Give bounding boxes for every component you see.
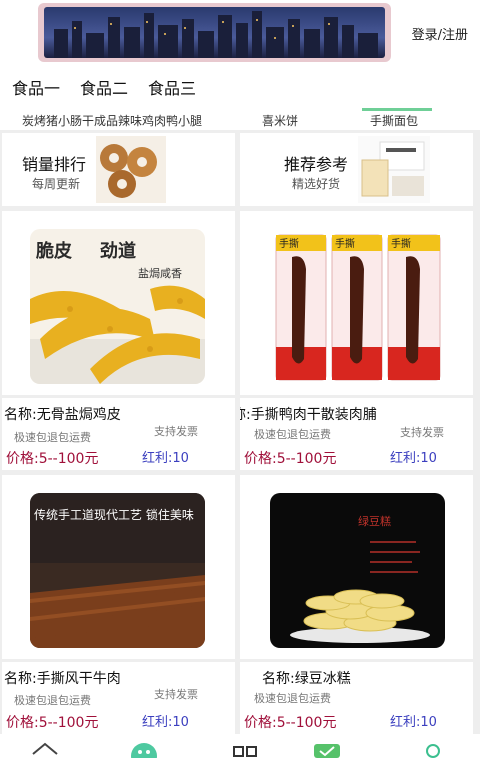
promo-sales-ranking[interactable]: 销量排行 每周更新	[2, 133, 235, 206]
product-name: 名称:手撕鸭肉干散装肉脯	[240, 407, 377, 423]
duck-jerky-image: 手撕 手撕 手撕	[270, 229, 445, 384]
mung-bean-cake-image: 绿豆糕	[270, 493, 445, 648]
product-card-image[interactable]: 脆皮 劲道 盐焗咸香	[2, 211, 235, 395]
salted-chicken-skin-image: 脆皮 劲道 盐焗咸香	[30, 229, 205, 384]
grid-icon[interactable]	[232, 744, 258, 758]
product-price: 价格:5--100元	[244, 451, 337, 467]
image-caption: 脆皮	[35, 240, 72, 262]
product-card-info[interactable]: 名称:手撕鸭肉干散装肉脯 极速包退包运费 支持发票 价格:5--100元 红利:…	[240, 398, 473, 470]
product-bonus: 红利:10	[142, 451, 189, 466]
product-name: 名称:无骨盐焗鸡皮	[4, 407, 121, 423]
product-card-image[interactable]: 手撕 手撕 手撕	[240, 211, 473, 395]
product-name: 名称:手撕风干牛肉	[4, 671, 121, 687]
product-shipping: 极速包退包运费	[14, 694, 91, 707]
user-icon[interactable]	[420, 742, 446, 758]
tab-food-1[interactable]: 食品一	[12, 75, 60, 99]
product-card-info[interactable]: 名称:绿豆冰糕 极速包退包运费 价格:5--100元 红利:10	[240, 662, 473, 734]
tab-food-3[interactable]: 食品三	[148, 75, 196, 99]
product-shipping: 极速包退包运费	[254, 428, 331, 441]
tab-food-2[interactable]: 食品二	[80, 75, 128, 99]
ticker-item[interactable]: 喜米饼	[262, 112, 298, 129]
home-icon[interactable]	[30, 740, 60, 758]
air-dried-beef-image: 传统手工道现代工艺 锁住美味	[30, 493, 205, 648]
promo-title: 销量排行	[22, 155, 87, 174]
product-bonus: 红利:10	[142, 715, 189, 730]
image-caption: 手撕	[335, 237, 355, 250]
image-caption: 劲道	[100, 240, 136, 262]
product-price: 价格:5--100元	[6, 715, 99, 731]
login-register-link[interactable]: 登录/注册	[412, 24, 468, 43]
cart-icon[interactable]	[312, 742, 342, 758]
city-banner[interactable]	[38, 3, 391, 62]
snack-box-image	[358, 136, 430, 203]
category-tabs: 食品一 食品二 食品三	[0, 68, 480, 106]
image-caption: 盐焗咸香	[138, 266, 182, 280]
product-card-image[interactable]: 绿豆糕	[240, 475, 473, 659]
product-bonus: 红利:10	[390, 715, 437, 730]
image-caption: 传统手工道现代工艺 锁住美味	[34, 507, 194, 522]
product-shipping: 极速包退包运费	[254, 692, 331, 705]
promo-subtitle: 每周更新	[32, 177, 81, 191]
promo-recommend[interactable]: 推荐参考 精选好货	[240, 133, 473, 206]
donut-image	[96, 136, 166, 203]
promo-title: 推荐参考	[284, 155, 349, 174]
product-shipping: 极速包退包运费	[14, 431, 91, 444]
image-caption: 绿豆糕	[358, 514, 391, 528]
product-invoice-support: 支持发票	[400, 426, 444, 439]
ticker-item[interactable]: 炭烤猪小肠干成品辣味鸡肉鸭小腿	[22, 112, 202, 129]
bottom-nav	[0, 734, 480, 758]
city-banner-image	[44, 7, 385, 58]
ticker-accent-bar	[362, 108, 432, 111]
product-price: 价格:5--100元	[6, 451, 99, 467]
promo-subtitle: 精选好货	[292, 177, 341, 191]
product-bonus: 红利:10	[390, 451, 437, 466]
product-invoice-support: 支持发票	[154, 425, 198, 438]
image-caption: 手撕	[391, 237, 411, 250]
product-card-image[interactable]: 传统手工道现代工艺 锁住美味	[2, 475, 235, 659]
product-card-info[interactable]: 名称:手撕风干牛肉 极速包退包运费 支持发票 价格:5--100元 红利:10	[2, 662, 235, 734]
ticker-item[interactable]: 手撕面包	[370, 112, 418, 129]
product-card-info[interactable]: 名称:无骨盐焗鸡皮 极速包退包运费 支持发票 价格:5--100元 红利:10	[2, 398, 235, 470]
face-icon[interactable]	[130, 742, 158, 758]
app-screen: 登录/注册 食品一 食品二 食品三 炭烤猪小肠干成品辣味鸡肉鸭小腿 喜米饼 手撕…	[0, 0, 480, 758]
product-invoice-support: 支持发票	[154, 688, 198, 701]
top-header: 登录/注册	[0, 0, 480, 68]
image-caption: 手撕	[279, 237, 299, 250]
product-price: 价格:5--100元	[244, 715, 337, 731]
product-name: 名称:绿豆冰糕	[262, 671, 351, 687]
